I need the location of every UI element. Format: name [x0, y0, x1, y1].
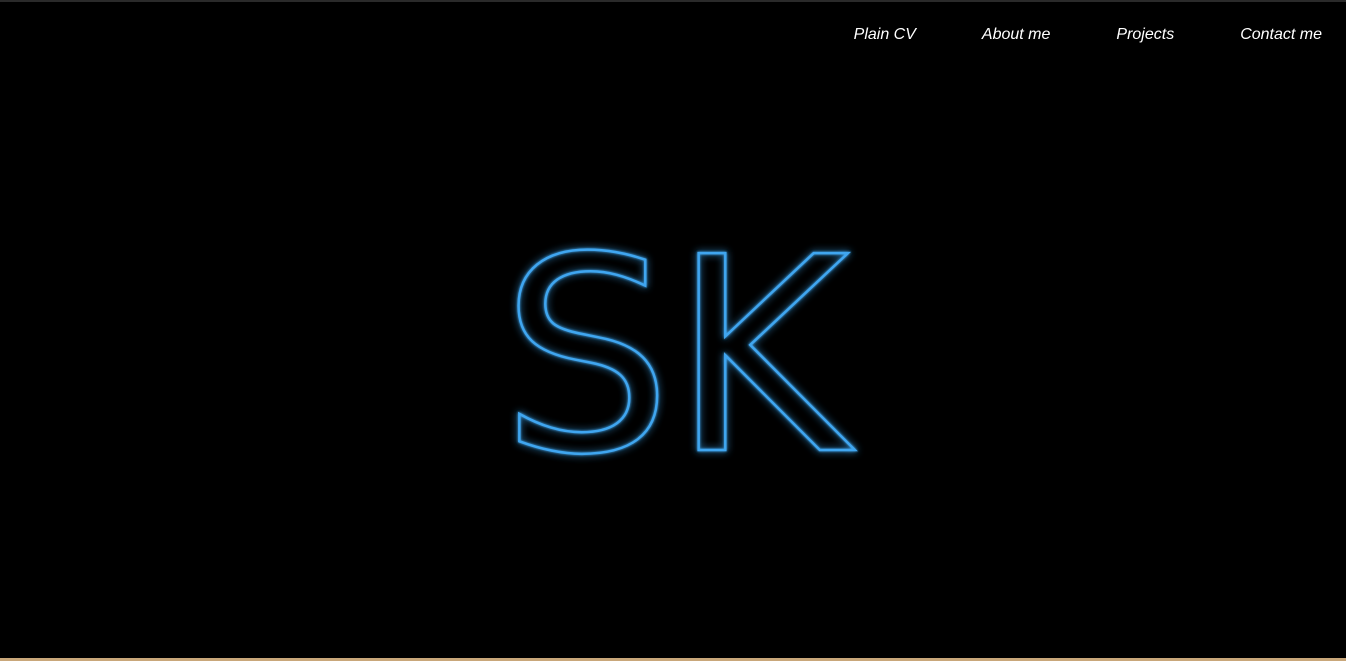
logo-text: SK: [501, 199, 858, 514]
neon-logo: SK: [500, 198, 860, 516]
nav-projects[interactable]: Projects: [1116, 26, 1174, 44]
page: Plain CV About me Projects Contact me SK: [0, 0, 1346, 661]
nav-plain-cv[interactable]: Plain CV: [854, 26, 916, 44]
nav-about-me[interactable]: About me: [982, 26, 1050, 44]
neon-logo-graphic: SK: [500, 198, 860, 516]
top-nav: Plain CV About me Projects Contact me: [854, 26, 1322, 44]
nav-contact-me[interactable]: Contact me: [1240, 26, 1322, 44]
